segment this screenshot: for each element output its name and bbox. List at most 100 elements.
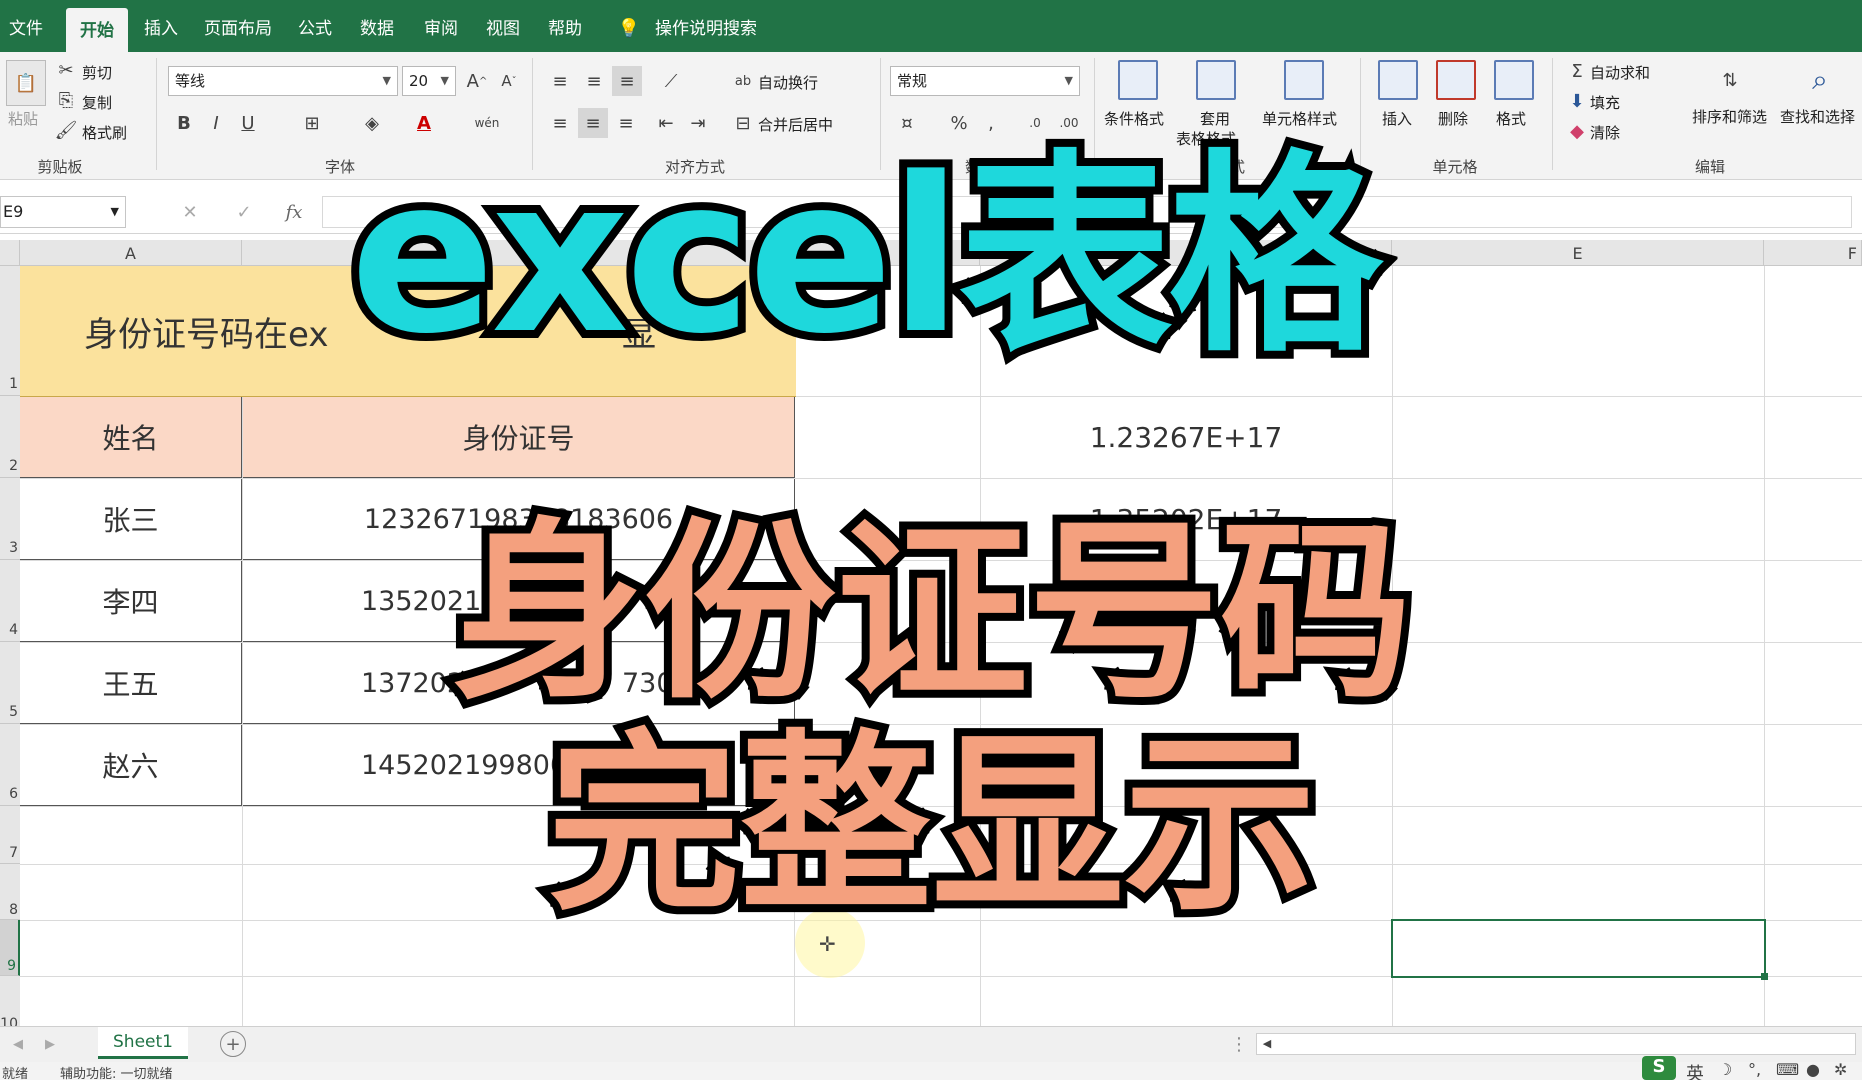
format-painter-button[interactable]: 格式刷 <box>82 122 127 143</box>
tab-data[interactable]: 数据 <box>354 0 400 52</box>
row-header-1[interactable]: 1 <box>0 266 20 396</box>
name-cell[interactable]: 赵六 <box>20 725 242 806</box>
add-sheet-icon[interactable]: + <box>220 1031 246 1057</box>
prev-sheet-icon[interactable]: ◀ <box>8 1033 28 1055</box>
font-name-select[interactable]: 等线 ▼ <box>168 66 398 96</box>
tab-insert[interactable]: 插入 <box>138 0 184 52</box>
insert-cells-button[interactable]: 插入 <box>1382 108 1412 129</box>
cut-button[interactable]: 剪切 <box>82 62 112 83</box>
sci-value-cell[interactable]: 1.23267E+17 <box>980 397 1392 478</box>
font-size-select[interactable]: 20 ▼ <box>402 66 456 96</box>
format-cells-button[interactable]: 格式 <box>1496 108 1526 129</box>
search-icon[interactable]: ⌕ <box>1800 60 1840 100</box>
find-select-button[interactable]: 查找和选择 <box>1780 106 1855 127</box>
paste-icon[interactable]: 📋 <box>6 60 46 106</box>
name-cell[interactable]: 王五 <box>20 643 242 724</box>
column-header-e[interactable]: E <box>1392 240 1764 266</box>
format-as-table-label-1[interactable]: 套用 <box>1200 108 1230 129</box>
number-format-select[interactable]: 常规 ▼ <box>890 66 1080 96</box>
user-icon[interactable]: ● <box>1806 1060 1820 1079</box>
sheet-tab-sheet1[interactable]: Sheet1 <box>98 1027 188 1059</box>
select-all-corner[interactable] <box>0 240 20 266</box>
tab-page-layout[interactable]: 页面布局 <box>198 0 278 52</box>
horizontal-scrollbar[interactable]: ◀ <box>1256 1033 1856 1055</box>
clear-button[interactable]: 清除 <box>1590 122 1620 143</box>
row-header-10[interactable]: 10 <box>0 976 20 1028</box>
format-cells-icon[interactable] <box>1494 60 1534 100</box>
format-as-table-icon[interactable] <box>1196 60 1236 100</box>
title-text: 身份证号码在ex <box>84 315 329 355</box>
border-icon[interactable]: ⊞ <box>298 108 326 138</box>
header-id-cell[interactable]: 身份证号 <box>243 397 795 478</box>
tab-formulas[interactable]: 公式 <box>292 0 338 52</box>
align-middle-icon[interactable]: ≡ <box>580 66 608 96</box>
cancel-icon[interactable]: ✕ <box>176 198 204 226</box>
copy-button[interactable]: 复制 <box>82 92 112 113</box>
sort-filter-button[interactable]: 排序和筛选 <box>1692 106 1767 127</box>
format-painter-icon[interactable]: 🖌 <box>55 120 78 141</box>
ime-moon-icon[interactable]: ☽ <box>1718 1060 1732 1079</box>
row-header-3[interactable]: 3 <box>0 478 20 560</box>
keyboard-icon[interactable]: ⌨ <box>1776 1060 1799 1079</box>
italic-button[interactable]: I <box>204 108 228 138</box>
row-header-6[interactable]: 6 <box>0 724 20 806</box>
split-handle-icon[interactable]: ⋮ <box>1230 1031 1248 1057</box>
row-header-5[interactable]: 5 <box>0 642 20 724</box>
accessibility-status[interactable]: 辅助功能: 一切就绪 <box>60 1063 173 1080</box>
header-name-cell[interactable]: 姓名 <box>20 397 242 478</box>
copy-icon[interactable]: ⎘ <box>56 90 76 111</box>
ime-logo-icon[interactable]: S <box>1642 1056 1676 1080</box>
tab-view[interactable]: 视图 <box>480 0 526 52</box>
conditional-format-icon[interactable] <box>1118 60 1158 100</box>
fill-icon[interactable]: ⬇ <box>1566 88 1588 114</box>
orientation-icon[interactable]: ⟋ <box>654 66 688 96</box>
insert-cells-icon[interactable] <box>1378 60 1418 100</box>
tab-home[interactable]: 开始 <box>66 8 128 52</box>
tab-file[interactable]: 文件 <box>0 0 52 52</box>
tab-help[interactable]: 帮助 <box>542 0 588 52</box>
wrap-text-icon[interactable]: ab <box>730 66 756 96</box>
skin-icon[interactable]: ✲ <box>1834 1060 1847 1079</box>
fill-button[interactable]: 填充 <box>1590 92 1620 113</box>
cell-styles-icon[interactable] <box>1284 60 1324 100</box>
ime-language[interactable]: 英 <box>1686 1060 1704 1080</box>
scroll-left-icon[interactable]: ◀ <box>1257 1034 1277 1054</box>
row-header-7[interactable]: 7 <box>0 806 20 864</box>
autosum-icon[interactable]: Σ <box>1566 58 1588 84</box>
increase-font-icon[interactable]: A ^ <box>464 66 490 96</box>
align-top-icon[interactable]: ≡ <box>546 66 574 96</box>
row-header-8[interactable]: 8 <box>0 864 20 920</box>
insert-function-icon[interactable]: fx <box>280 198 308 226</box>
conditional-format-button[interactable]: 条件格式 <box>1104 108 1164 129</box>
tell-me-search[interactable]: 操作说明搜索 <box>650 0 762 52</box>
sort-filter-icon[interactable]: ⇅ <box>1710 60 1750 100</box>
column-header-a[interactable]: A <box>20 240 242 266</box>
tab-review[interactable]: 审阅 <box>418 0 464 52</box>
cell-styles-button[interactable]: 单元格样式 <box>1262 108 1337 129</box>
enter-icon[interactable]: ✓ <box>230 198 258 226</box>
column-header-f[interactable]: F <box>1764 240 1862 266</box>
decrease-font-icon[interactable]: Aˇ <box>496 66 522 96</box>
row-header-9[interactable]: 9 <box>0 920 20 976</box>
delete-cells-icon[interactable] <box>1436 60 1476 100</box>
row-header-4[interactable]: 4 <box>0 560 20 642</box>
eraser-icon[interactable]: ◆ <box>1566 118 1588 144</box>
scissors-icon[interactable]: ✂ <box>56 60 76 81</box>
row-header-2[interactable]: 2 <box>0 396 20 478</box>
delete-cells-button[interactable]: 删除 <box>1438 108 1468 129</box>
lightbulb-icon[interactable]: 💡 <box>614 0 644 52</box>
next-sheet-icon[interactable]: ▶ <box>40 1033 60 1055</box>
fill-handle[interactable] <box>1761 973 1768 980</box>
bold-button[interactable]: B <box>172 108 196 138</box>
ime-punct-icon[interactable]: °, <box>1748 1060 1761 1079</box>
name-cell[interactable]: 张三 <box>20 479 242 560</box>
name-cell[interactable]: 李四 <box>20 561 242 642</box>
wrap-text-button[interactable]: 自动换行 <box>758 72 818 93</box>
name-box[interactable]: E9 ▼ <box>0 196 126 228</box>
selected-cell-e9[interactable] <box>1391 919 1766 978</box>
paste-button[interactable]: 粘贴 <box>8 108 38 129</box>
autosum-button[interactable]: 自动求和 <box>1590 62 1650 83</box>
underline-button[interactable]: U <box>236 108 260 138</box>
sheet-tab-bar: ◀ ▶ Sheet1 + ⋮ ◀ <box>0 1026 1862 1062</box>
align-bottom-icon[interactable]: ≡ <box>612 66 642 96</box>
